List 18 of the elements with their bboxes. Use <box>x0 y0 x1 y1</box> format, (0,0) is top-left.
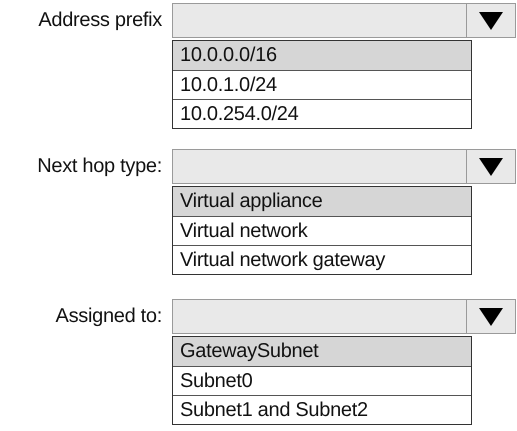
dropdown-option[interactable]: Virtual network <box>173 216 471 245</box>
caret-icon <box>479 308 503 326</box>
dropdown[interactable] <box>172 299 516 334</box>
dropdown[interactable] <box>172 149 516 184</box>
field-label: Address prefix <box>37 9 163 32</box>
field-label: Next hop type: <box>36 155 163 178</box>
dropdown-option[interactable]: Virtual network gateway <box>173 245 471 274</box>
caret-icon <box>479 158 503 176</box>
dropdown-option[interactable]: GatewaySubnet <box>173 337 471 366</box>
caret-icon <box>479 12 503 30</box>
dropdown-option[interactable]: Subnet0 <box>173 366 471 395</box>
dropdown-option[interactable]: 10.0.0.0/16 <box>173 41 471 70</box>
dropdown-option[interactable]: Virtual appliance <box>173 187 471 216</box>
field-label: Assigned to: <box>54 305 163 328</box>
dropdown-option[interactable]: 10.0.254.0/24 <box>173 99 471 128</box>
dropdown-option[interactable]: 10.0.1.0/24 <box>173 70 471 99</box>
dropdown[interactable] <box>172 3 516 38</box>
dropdown-option[interactable]: Subnet1 and Subnet2 <box>173 395 471 424</box>
